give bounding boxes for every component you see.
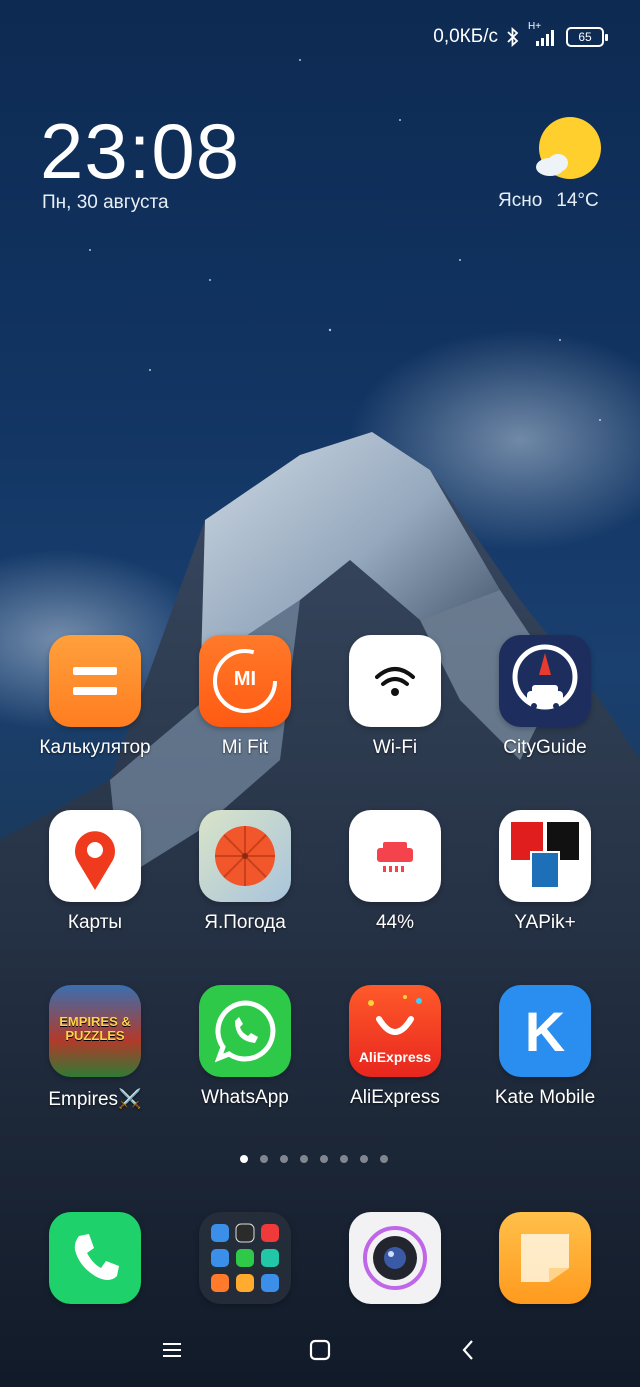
page-dot[interactable] (360, 1155, 368, 1163)
bluetooth-icon (506, 27, 520, 47)
battery-indicator: 65 (566, 27, 608, 47)
menu-icon (163, 1343, 181, 1357)
app-label: Калькулятор (39, 737, 151, 758)
app-wifi[interactable]: Wi-Fi (320, 635, 470, 759)
app-mi-fit[interactable]: MI Mi Fit (170, 635, 320, 759)
clock-date[interactable]: Пн, 30 августа (42, 192, 169, 214)
app-label: CityGuide (503, 737, 587, 758)
calculator-icon (49, 635, 141, 727)
empires-game-icon: EMPIRES & PUZZLES (49, 985, 141, 1077)
app-label: Empires⚔️ (48, 1089, 142, 1110)
cleaner-icon (349, 810, 441, 902)
app-label: Mi Fit (221, 737, 269, 758)
app-label: 44% (375, 912, 415, 933)
app-aliexpress[interactable]: AliExpress AliExpress (320, 985, 470, 1109)
app-kate-mobile[interactable]: K Kate Mobile (470, 985, 620, 1109)
page-dot[interactable] (300, 1155, 308, 1163)
aliexpress-icon: AliExpress (349, 985, 441, 1077)
signal-icon: H+ (528, 21, 558, 47)
app-calculator[interactable]: Калькулятор (20, 635, 170, 759)
folder-icon (199, 1212, 291, 1304)
page-dot[interactable] (240, 1155, 248, 1163)
dock-folder[interactable] (170, 1212, 320, 1304)
page-dot[interactable] (320, 1155, 328, 1163)
notes-icon (499, 1212, 591, 1304)
app-cityguide[interactable]: CityGuide (470, 635, 620, 759)
app-label: YAPik+ (514, 912, 576, 933)
back-button[interactable] (438, 1330, 498, 1370)
maps-pin-icon (49, 810, 141, 902)
app-yapik[interactable]: YAPik+ (470, 810, 620, 934)
dock-phone[interactable] (20, 1212, 170, 1304)
dock-notes[interactable] (470, 1212, 620, 1304)
umbrella-icon (199, 810, 291, 902)
home-icon (309, 1339, 331, 1361)
kate-letter: K (524, 1000, 566, 1063)
app-label: Kate Mobile (494, 1087, 596, 1108)
dock-camera[interactable] (320, 1212, 470, 1304)
aliexpress-logo: AliExpress (358, 1049, 432, 1065)
battery-level: 65 (578, 30, 592, 44)
page-dot[interactable] (280, 1155, 288, 1163)
app-label: Карты (67, 912, 123, 933)
sun-cloud-icon[interactable] (532, 115, 604, 185)
app-whatsapp[interactable]: WhatsApp (170, 985, 320, 1109)
weather-temperature: 14°C (556, 190, 599, 211)
app-label: WhatsApp (201, 1087, 289, 1108)
weather-widget[interactable]: Ясно 14°C (498, 190, 599, 212)
home-button[interactable] (290, 1330, 350, 1370)
wifi-icon (349, 635, 441, 727)
network-type: H+ (528, 21, 542, 32)
back-icon (462, 1340, 473, 1360)
page-dot[interactable] (260, 1155, 268, 1163)
mi-fit-icon: MI (199, 635, 291, 727)
page-dot[interactable] (340, 1155, 348, 1163)
page-dot[interactable] (380, 1155, 388, 1163)
kate-mobile-icon: K (499, 985, 591, 1077)
app-label: Wi-Fi (372, 737, 418, 758)
app-label: Я.Погода (204, 912, 286, 933)
navigation-bar (0, 1330, 640, 1370)
cityguide-icon (499, 635, 591, 727)
page-indicator[interactable] (240, 1155, 388, 1163)
weather-condition: Ясно (498, 190, 543, 211)
whatsapp-icon (199, 985, 291, 1077)
app-label: AliExpress (350, 1087, 440, 1108)
camera-icon (349, 1212, 441, 1304)
phone-icon (49, 1212, 141, 1304)
yapik-icon (499, 810, 591, 902)
clock-time[interactable]: 23:08 (40, 106, 240, 197)
status-bar: 0,0КБ/с H+ 65 (433, 21, 608, 52)
network-speed: 0,0КБ/с (433, 26, 498, 47)
app-empires[interactable]: EMPIRES & PUZZLES Empires⚔️ (20, 985, 170, 1111)
app-ya-pogoda[interactable]: Я.Погода (170, 810, 320, 934)
app-cleaner[interactable]: 44% (320, 810, 470, 934)
app-maps[interactable]: Карты (20, 810, 170, 934)
menu-button[interactable] (142, 1330, 202, 1370)
empires-logo: EMPIRES & PUZZLES (59, 1014, 131, 1044)
mi-logo: MI (233, 668, 257, 690)
